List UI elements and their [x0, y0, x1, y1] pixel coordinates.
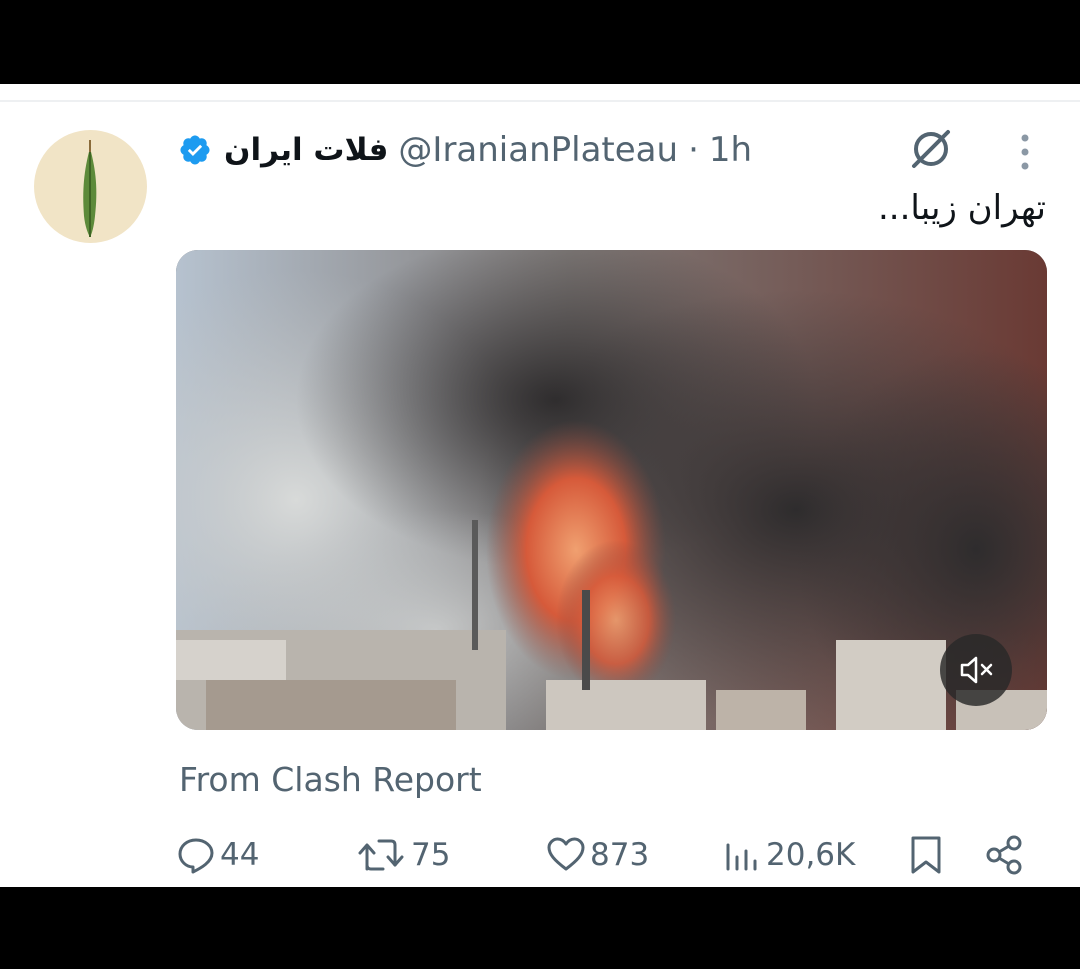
repost-button[interactable]: 75: [357, 828, 450, 882]
cypress-tree-icon: [83, 140, 97, 237]
navigation-bar-area: [0, 887, 1080, 969]
divider: [0, 100, 1080, 102]
tweet-text: تهران زیبا...: [877, 188, 1046, 228]
share-button[interactable]: [984, 828, 1026, 882]
repost-icon: [358, 839, 404, 871]
bookmark-button[interactable]: [908, 828, 944, 882]
media-source-label[interactable]: From Clash Report: [179, 760, 482, 799]
mute-toggle-button[interactable]: [940, 634, 1012, 706]
views-count: 20,6K: [766, 837, 856, 873]
views-button[interactable]: 20,6K: [722, 828, 855, 882]
reply-count: 44: [220, 837, 260, 873]
bookmark-icon: [911, 836, 941, 874]
tweet-video[interactable]: [176, 250, 1047, 730]
author-display-name[interactable]: فلات ایران: [224, 132, 388, 168]
like-count: 873: [590, 837, 650, 873]
status-bar-area: [0, 0, 1080, 84]
reply-button[interactable]: 44: [176, 828, 259, 882]
more-vertical-icon[interactable]: [1010, 130, 1040, 174]
like-button[interactable]: 873: [546, 828, 649, 882]
avatar[interactable]: [34, 130, 147, 243]
speaker-muted-icon: [960, 656, 993, 684]
tweet-header: فلات ایران @IranianPlateau · 1h: [178, 128, 752, 172]
heart-icon: [547, 837, 585, 871]
grok-icon[interactable]: [906, 124, 956, 174]
share-icon: [986, 835, 1022, 875]
author-handle[interactable]: @IranianPlateau: [398, 130, 678, 170]
tweet-actions: 44 75 873 20,6K: [0, 828, 1080, 882]
verified-badge-icon: [180, 135, 210, 165]
tweet-timestamp[interactable]: 1h: [709, 130, 752, 170]
video-frame: [176, 250, 1047, 730]
separator-dot: ·: [688, 130, 699, 170]
reply-icon: [178, 838, 214, 874]
views-chart-icon: [726, 843, 757, 871]
repost-count: 75: [411, 837, 451, 873]
